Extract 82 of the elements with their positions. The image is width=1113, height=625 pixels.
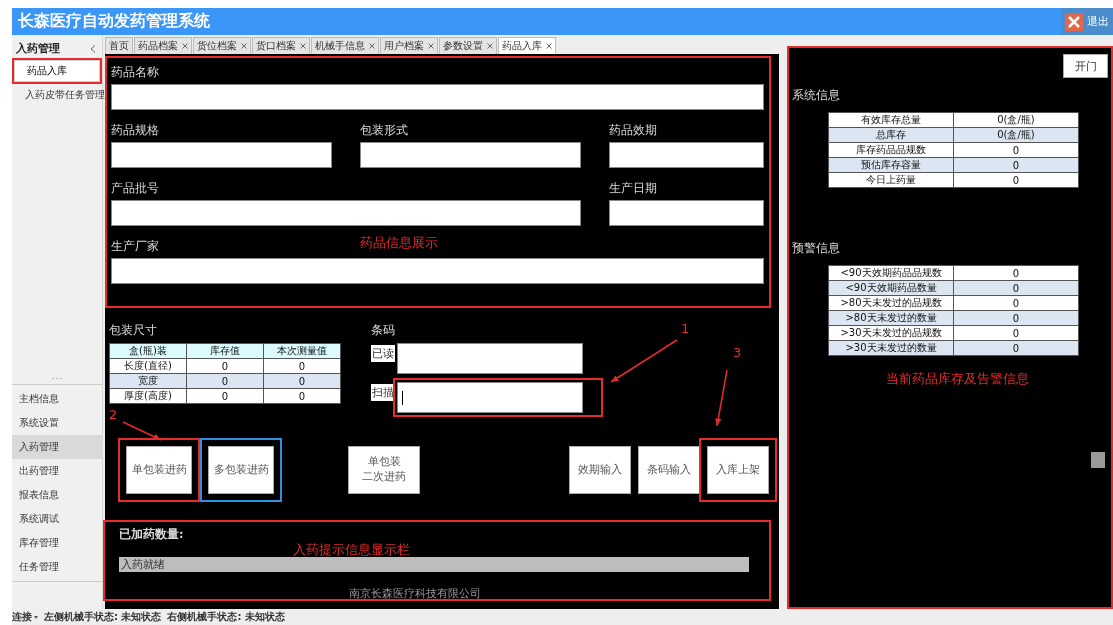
- action-button[interactable]: 效期输入: [569, 446, 631, 494]
- section-title: 包装尺寸: [109, 322, 158, 339]
- robot-status: 右侧机械手状态: 未知状态: [167, 610, 285, 624]
- text-field[interactable]: [111, 142, 332, 168]
- sidebar-menu-item[interactable]: 出药管理: [12, 459, 102, 483]
- connection-menu[interactable]: 连接: [12, 610, 32, 624]
- text-field[interactable]: [609, 200, 764, 226]
- tab[interactable]: 用户档案: [380, 37, 438, 54]
- annotation-number: 1: [681, 322, 690, 335]
- annotation-number: 2: [109, 408, 118, 421]
- pixelated-icon: [1091, 452, 1105, 468]
- column-header: 本次测量值: [263, 343, 341, 359]
- close-icon[interactable]: [300, 43, 306, 49]
- collapse-icon[interactable]: [90, 45, 96, 53]
- field-label: 包装形式: [360, 122, 408, 139]
- action-button[interactable]: 入库上架: [707, 446, 769, 494]
- barcode-field[interactable]: [397, 382, 583, 413]
- action-button[interactable]: 单包装 二次进药: [348, 446, 420, 494]
- field-label: 产品批号: [111, 180, 159, 197]
- annotation-number: 3: [733, 346, 742, 359]
- tab[interactable]: 药品档案: [134, 37, 192, 54]
- tab[interactable]: 机械手信息: [311, 37, 379, 54]
- tab[interactable]: 药品入库: [498, 37, 556, 54]
- section-title: 预警信息: [792, 240, 841, 257]
- text-field[interactable]: [609, 142, 764, 168]
- field-label: 已读: [371, 345, 395, 362]
- section-title: 条码: [371, 322, 396, 339]
- column-header: 库存值: [186, 343, 264, 359]
- table-cell: 0(盒/瓶): [953, 112, 1079, 128]
- tab[interactable]: 首页: [105, 37, 133, 54]
- close-icon[interactable]: [369, 43, 375, 49]
- annotation-arrow: [715, 369, 728, 427]
- field-label: 生产日期: [609, 180, 657, 197]
- field-label: 扫描: [371, 384, 395, 401]
- column-header: 盒(瓶)装: [109, 343, 187, 359]
- field-label: 药品规格: [111, 122, 159, 139]
- robot-status: 左侧机械手状态: 未知状态: [44, 610, 162, 624]
- text-field[interactable]: [360, 142, 581, 168]
- tab[interactable]: 参数设置: [439, 37, 497, 54]
- close-icon[interactable]: [428, 43, 434, 49]
- sidebar-menu-item[interactable]: 报表信息: [12, 483, 102, 507]
- annotation-caption: 当前药品库存及告警信息: [886, 370, 1030, 388]
- added-count-label: 已加药数量:: [119, 526, 185, 543]
- annotation-caption: 药品信息展示: [360, 234, 438, 252]
- close-icon[interactable]: [487, 43, 493, 49]
- exit-button[interactable]: 退出: [1061, 8, 1113, 35]
- text-field[interactable]: [111, 200, 581, 226]
- caret-icon[interactable]: [34, 615, 38, 619]
- open-door-button[interactable]: 开门: [1063, 54, 1108, 78]
- splitter-grip-icon[interactable]: [51, 377, 63, 380]
- sidebar-subitem[interactable]: 药品入库: [14, 60, 100, 82]
- close-icon[interactable]: [241, 43, 247, 49]
- status-message: 入药就绪: [119, 557, 749, 572]
- tab[interactable]: 货位档案: [193, 37, 251, 54]
- section-title: 系统信息: [792, 87, 841, 104]
- sidebar-menu-item[interactable]: 库存管理: [12, 531, 102, 555]
- table-cell: 有效库存总量: [828, 112, 954, 128]
- annotation-caption: 入药提示信息显示栏: [293, 543, 411, 557]
- field-label: 药品效期: [609, 122, 657, 139]
- close-icon[interactable]: [182, 43, 188, 49]
- sidebar-menu-item[interactable]: 系统设置: [12, 411, 102, 435]
- action-button[interactable]: 条码输入: [638, 446, 700, 494]
- sidebar-menu-item[interactable]: 系统调试: [12, 507, 102, 531]
- sidebar-menu-item[interactable]: 任务管理: [12, 555, 102, 579]
- action-button[interactable]: 多包装进药: [208, 446, 274, 494]
- sidebar-menu-item[interactable]: 入药管理: [12, 435, 102, 459]
- field-label: 生产厂家: [111, 238, 160, 255]
- tab[interactable]: 货口档案: [252, 37, 310, 54]
- table-cell: <90天效期药品品规数: [828, 265, 954, 281]
- annotation-arrow: [610, 339, 678, 383]
- barcode-field[interactable]: [397, 343, 583, 374]
- field-label: 药品名称: [111, 64, 159, 81]
- close-icon[interactable]: [546, 43, 552, 49]
- sidebar-menu-item[interactable]: 主档信息: [12, 387, 102, 411]
- text-field[interactable]: [111, 84, 764, 110]
- action-button[interactable]: 单包装进药: [126, 446, 192, 494]
- company-name: 南京长森医疗科技有限公司: [349, 586, 481, 601]
- close-icon: [1065, 12, 1083, 31]
- text-field[interactable]: [111, 258, 764, 284]
- sidebar-header: 入药管理: [16, 42, 60, 56]
- table-cell: 0: [953, 265, 1079, 281]
- app-title: 长森医疗自动发药管理系统: [17, 11, 210, 32]
